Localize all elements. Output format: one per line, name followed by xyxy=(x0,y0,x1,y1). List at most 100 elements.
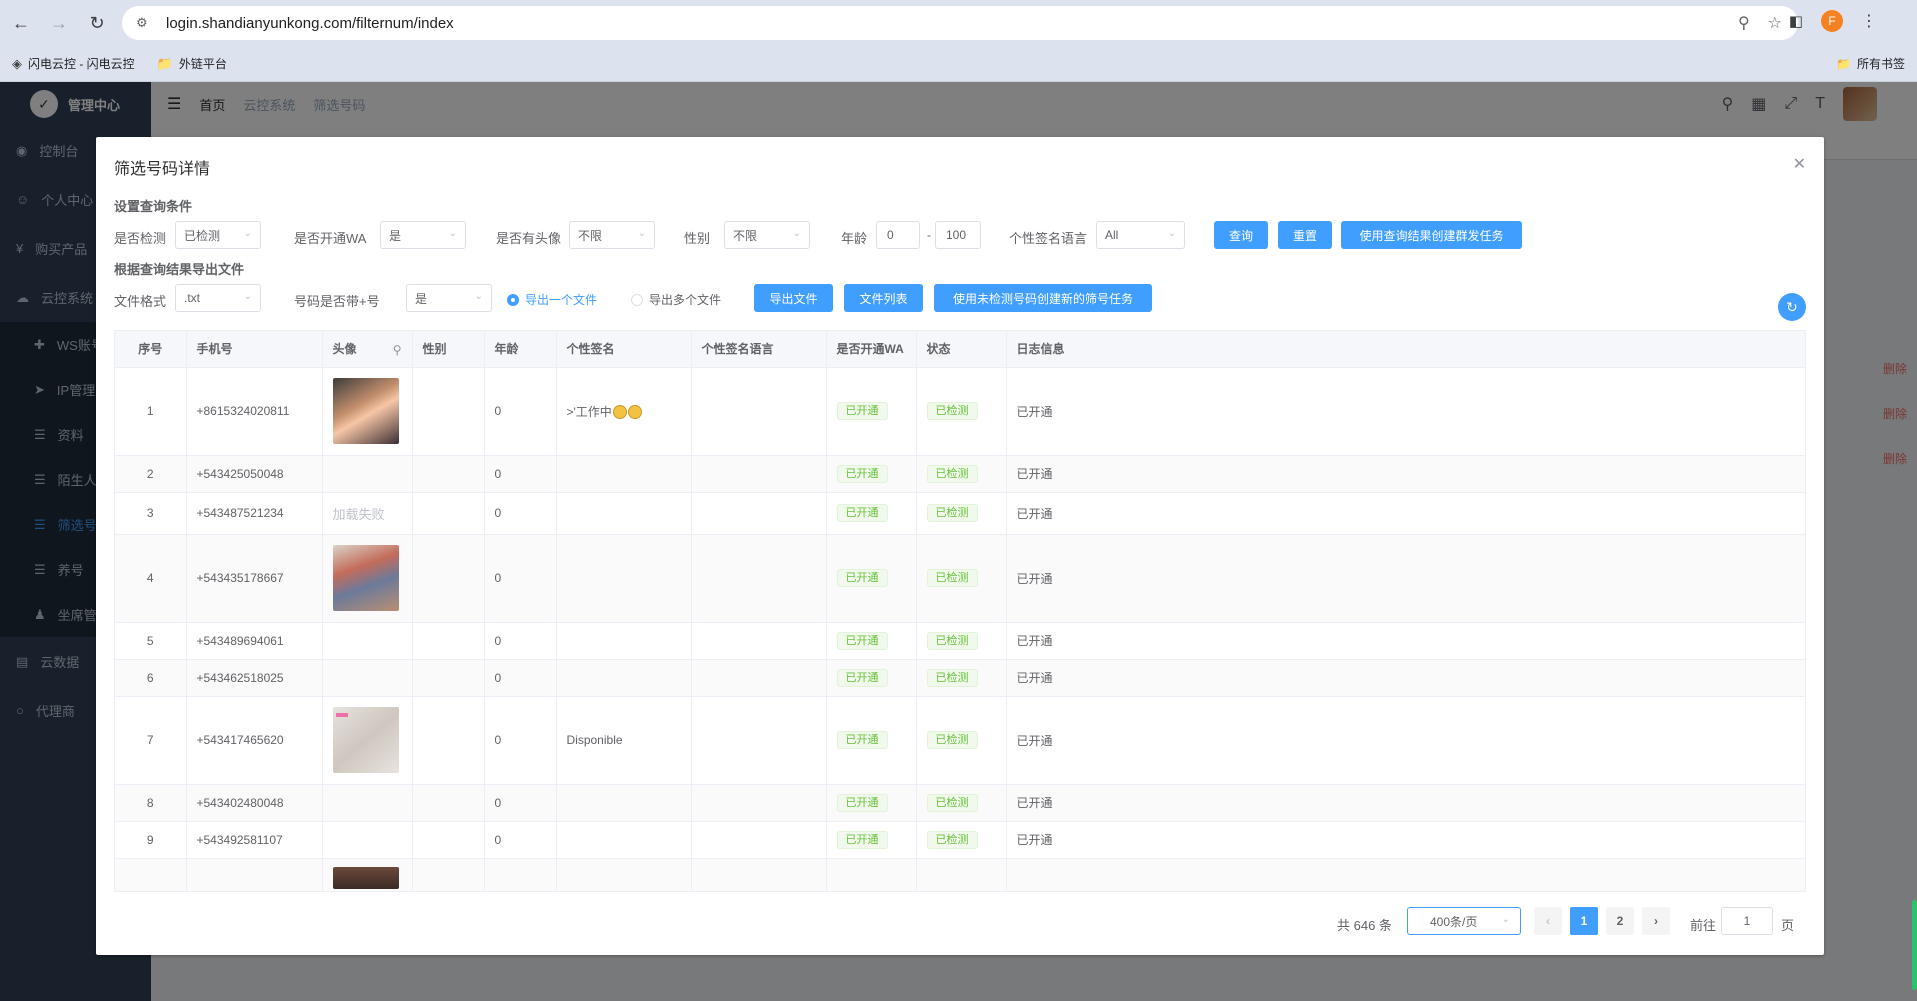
create-filter-task-button[interactable]: 使用未检测号码创建新的筛号任务 xyxy=(934,284,1152,312)
age-max-input[interactable]: 100 xyxy=(935,221,981,249)
row-index: 7 xyxy=(115,696,187,785)
gender-cell xyxy=(412,784,485,822)
address-bar[interactable]: ⚙ login.shandianyunkong.com/filternum/in… xyxy=(122,6,1798,40)
results-table: 序号 手机号 头像 ⚲ 性别 年龄 个性签名 个性签名语言 是否开通WA 状态 日… xyxy=(114,330,1806,892)
avatar-image[interactable] xyxy=(332,867,399,889)
pagination: 共 646 条 400条/页 ⌄ ‹ 1 2 › 前往 1 页 xyxy=(96,907,1824,937)
signature-lang-cell xyxy=(691,858,827,891)
total-count: 共 646 条 xyxy=(1337,918,1392,933)
log-cell: 已开通 xyxy=(1006,622,1805,660)
chevron-down-icon: ⌄ xyxy=(448,228,457,239)
signature-lang-cell xyxy=(691,492,827,535)
page-button[interactable]: 1 xyxy=(1570,907,1598,935)
create-group-task-button[interactable]: 使用查询结果创建群发任务 xyxy=(1341,221,1522,249)
row-index: 8 xyxy=(115,784,187,822)
column-header: 个性签名语言 xyxy=(691,331,827,368)
profile-avatar[interactable]: F xyxy=(1821,10,1843,32)
lang-select[interactable]: All ⌄ xyxy=(1096,221,1185,249)
plus-sign-select[interactable]: 是 ⌄ xyxy=(406,284,492,312)
row-index xyxy=(115,858,187,891)
signature-lang-cell xyxy=(691,659,827,697)
age-cell-text: 0 xyxy=(494,506,502,520)
side-panel-icon[interactable]: ◧ xyxy=(1789,12,1803,30)
prev-page-icon[interactable]: ‹ xyxy=(1534,907,1562,935)
phone-number-text: +8615324020811 xyxy=(196,404,290,418)
menu-icon[interactable]: ⋮ xyxy=(1861,11,1877,31)
status-badge: 已开通 xyxy=(836,569,888,587)
reload-icon[interactable]: ↻ xyxy=(80,6,114,40)
check-status-cell: 已检测 xyxy=(916,622,1007,660)
page-size-select[interactable]: 400条/页 ⌄ xyxy=(1407,907,1521,935)
radio-single-file[interactable]: 导出一个文件 xyxy=(507,291,597,308)
status-badge: 已开通 xyxy=(836,731,888,749)
avatar-image[interactable] xyxy=(332,545,399,611)
wa-status-cell: 已开通 xyxy=(826,659,917,697)
all-bookmarks[interactable]: 📁 所有书签 xyxy=(1836,55,1905,72)
chevron-down-icon: ⌄ xyxy=(1167,228,1176,239)
check-status-cell: 已检测 xyxy=(916,367,1007,456)
signature-cell xyxy=(556,492,692,535)
goto-page-input[interactable]: 1 xyxy=(1721,907,1773,935)
check-status-cell: 已检测 xyxy=(916,784,1007,822)
row-index: 1 xyxy=(115,367,187,456)
reset-button[interactable]: 重置 xyxy=(1278,221,1332,249)
check-status-cell: 已检测 xyxy=(916,659,1007,697)
status-badge: 已检测 xyxy=(926,464,978,483)
zoom-icon[interactable]: ⚲ xyxy=(1738,13,1750,33)
status-badge: 已检测 xyxy=(926,668,978,687)
row-index: 4 xyxy=(115,534,187,623)
wa-status-cell: 已开通 xyxy=(826,492,917,535)
phone-number xyxy=(186,858,323,891)
age-min-input[interactable]: 0 xyxy=(876,221,920,249)
column-header: 个性签名 xyxy=(556,331,692,368)
forward-icon[interactable]: → xyxy=(42,6,76,40)
signature-cell xyxy=(556,821,692,859)
status-badge: 已开通 xyxy=(836,793,888,812)
column-header: 状态 xyxy=(916,331,1007,368)
avatar-image[interactable] xyxy=(332,707,399,773)
chevron-down-icon: ⌄ xyxy=(1501,914,1510,925)
chevron-down-icon: ⌄ xyxy=(243,228,252,239)
radio-dot xyxy=(507,293,519,306)
wa-status-cell: 已开通 xyxy=(826,696,917,785)
close-icon[interactable]: ✕ xyxy=(1793,154,1806,174)
file-list-button[interactable]: 文件列表 xyxy=(844,284,923,312)
gender-cell xyxy=(412,821,485,859)
row-index-text: 6 xyxy=(146,670,154,685)
wa-select[interactable]: 是 ⌄ xyxy=(380,221,466,249)
refresh-icon[interactable]: ↻ xyxy=(1778,293,1806,321)
next-page-icon[interactable]: › xyxy=(1642,907,1670,935)
status-badge: 已开通 xyxy=(836,631,888,650)
phone-number-text: +543417465620 xyxy=(196,733,284,747)
signature-lang-cell xyxy=(691,534,827,623)
bookmark-item[interactable]: ◈ 闪电云控 - 闪电云控 xyxy=(12,55,135,72)
back-icon[interactable]: ← xyxy=(4,6,38,40)
browser-toolbar: ← → ↻ ⚙ login.shandianyunkong.com/filter… xyxy=(0,0,1917,46)
avatar-select[interactable]: 不限 ⌄ xyxy=(569,221,655,249)
radio-multiple-files[interactable]: 导出多个文件 xyxy=(631,291,721,308)
gender-cell xyxy=(412,659,485,697)
gender-select[interactable]: 不限 ⌄ xyxy=(724,221,810,249)
export-file-button[interactable]: 导出文件 xyxy=(754,284,833,312)
bookmark-star-icon[interactable]: ☆ xyxy=(1768,13,1782,33)
age-cell: 0 xyxy=(484,367,557,456)
export-form: 文件格式 .txt ⌄ 号码是否带+号 是 ⌄ 导出一个文件 导出多个文件 导出文件… xyxy=(114,284,1804,314)
phone-number-text: +543492581107 xyxy=(196,832,283,847)
avatar-cell xyxy=(322,455,413,493)
column-header: 序号 xyxy=(115,331,187,368)
bookmark-item[interactable]: 📁 外链平台 xyxy=(157,55,227,72)
query-button[interactable]: 查询 xyxy=(1214,221,1268,249)
detected-select[interactable]: 已检测 ⌄ xyxy=(175,221,261,249)
log-cell-text: 已开通 xyxy=(1016,733,1053,748)
age-cell xyxy=(484,858,557,891)
signature-cell xyxy=(556,858,692,891)
format-select[interactable]: .txt ⌄ xyxy=(175,284,261,312)
phone-number: +543489694061 xyxy=(186,622,323,660)
zoom-icon[interactable]: ⚲ xyxy=(393,343,402,357)
page-button[interactable]: 2 xyxy=(1606,907,1634,935)
age-cell: 0 xyxy=(484,622,557,660)
avatar-image[interactable] xyxy=(332,378,399,444)
plus-sign-label: 号码是否带+号 xyxy=(294,294,380,309)
site-info-icon[interactable]: ⚙ xyxy=(136,15,152,31)
row-index-text: 5 xyxy=(146,633,154,648)
